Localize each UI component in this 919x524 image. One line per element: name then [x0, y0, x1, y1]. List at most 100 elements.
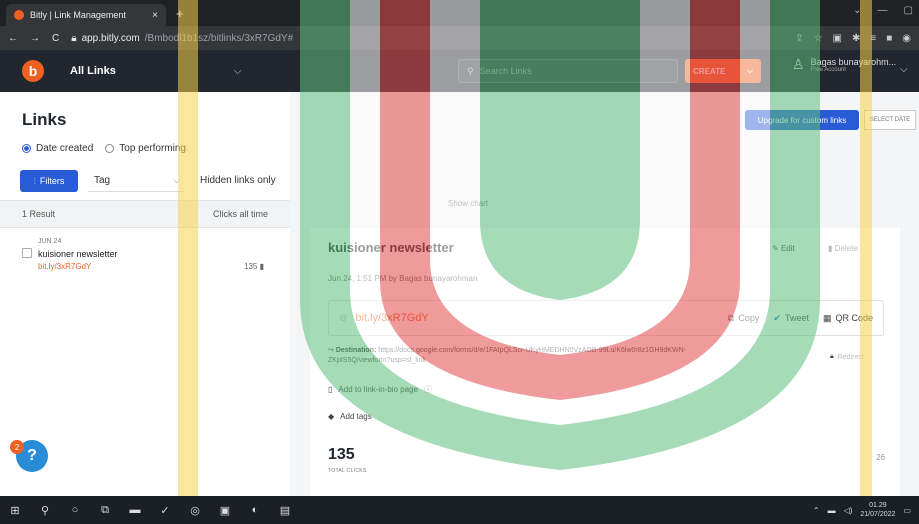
profile-icon[interactable]: ◉	[902, 33, 911, 44]
chevron-down-icon[interactable]: ⌵	[234, 66, 242, 77]
delete-button[interactable]: ▮ Delete	[828, 244, 858, 253]
sort-label: Date created	[36, 143, 94, 154]
mail-icon[interactable]: ✓	[158, 503, 172, 517]
reading-list-icon[interactable]: ≡	[870, 33, 876, 44]
task-view-icon[interactable]: ○	[68, 503, 82, 517]
copy-label: Copy	[738, 313, 760, 323]
tweet-button[interactable]: ✔ Tweet	[773, 313, 809, 324]
list-item[interactable]: JUN 24 kuisioner newsletter bit.ly/3xR7G…	[0, 230, 290, 282]
filters-button[interactable]: ⫶ Filters	[20, 170, 78, 192]
start-windows-icon[interactable]: ⊞	[8, 503, 22, 517]
tab-search-icon[interactable]: ⌄	[853, 5, 861, 16]
filters-label: Filters	[39, 176, 65, 186]
excel-icon[interactable]: ▤	[278, 503, 292, 517]
user-plan: Free Account	[810, 66, 846, 73]
tab-close-icon[interactable]: ×	[152, 10, 158, 21]
puzzle-icon[interactable]: ✱	[852, 33, 860, 44]
app-header: b All Links ⌵ ⚲ CREATE ⌵ ♙ Bagas bunayar…	[0, 50, 919, 92]
tab-title: Bitly | Link Management	[30, 10, 126, 20]
sidebar-icon[interactable]: ■	[886, 33, 892, 44]
all-links-dropdown[interactable]: All Links	[70, 65, 116, 77]
browser-tab[interactable]: Bitly | Link Management ×	[6, 4, 166, 26]
search-input[interactable]	[479, 66, 650, 76]
address-bar: ← → C 🔒︎ app.bitly.com/Bmbodl1b1sz/bitli…	[0, 26, 919, 50]
window-controls: ⌄ — ▢	[853, 5, 913, 16]
forward-icon[interactable]: →	[30, 33, 40, 44]
search-icon[interactable]: ⚲	[38, 503, 52, 517]
select-date-button[interactable]: SELECT DATE	[864, 110, 916, 130]
minimize-icon[interactable]: —	[878, 5, 888, 16]
bitly-logo[interactable]: b	[22, 60, 44, 82]
sort-date-created[interactable]: Date created	[22, 143, 93, 154]
hidden-links-toggle[interactable]: Hidden links only	[200, 175, 276, 186]
user-menu[interactable]: ♙ Bagas bunayarohm... Free Account ⌵	[792, 56, 908, 75]
link-title: kuisioner newsletter	[328, 240, 454, 255]
list-sort-label[interactable]: Clicks all time	[213, 209, 268, 219]
chrome-icon[interactable]: ◎	[188, 503, 202, 517]
result-count: 1 Result	[22, 209, 56, 219]
reload-icon[interactable]: C	[52, 33, 59, 44]
create-button[interactable]: CREATE ⌵	[685, 59, 761, 83]
network-icon[interactable]: ▬	[828, 506, 836, 515]
add-tags[interactable]: ◆ Add tags	[328, 412, 372, 421]
link-icon: ⊖	[339, 312, 348, 324]
qr-label: QR Code	[835, 313, 873, 323]
help-circle-icon[interactable]: ⓘ	[424, 384, 432, 395]
list-item-title: kuisioner newsletter	[38, 249, 118, 259]
trash-icon: ▮	[828, 244, 833, 253]
list-item-link[interactable]: bit.ly/3xR7GdY	[38, 262, 91, 271]
qr-code-button[interactable]: ▦ QR Code	[823, 313, 873, 324]
copy-button[interactable]: ⧉ Copy	[728, 313, 759, 324]
chevron-down-icon: ⌵	[900, 64, 908, 75]
maximize-icon[interactable]: ▢	[904, 5, 913, 16]
search-box[interactable]: ⚲	[458, 59, 678, 83]
url-field[interactable]: 🔒︎ app.bitly.com/Bmbodl1b1sz/bitlinks/3x…	[71, 33, 293, 44]
help-badge: 2	[10, 440, 24, 454]
store-icon[interactable]: ▣	[218, 503, 232, 517]
qr-code-icon: ▦	[822, 312, 832, 323]
file-explorer-icon[interactable]: ▬	[128, 503, 142, 517]
destination-url[interactable]: https://docs.google.com/forms/d/e/1FAIpQ…	[328, 347, 686, 364]
page-icon: ▯	[328, 385, 333, 394]
scroll-indicator: 26	[876, 453, 885, 462]
redirect-arrow-icon: ↪	[328, 347, 334, 354]
copy-icon: ⧉	[727, 312, 735, 323]
filter-icon: ⫶	[33, 175, 36, 186]
bar-chart-icon: ▮	[259, 262, 264, 271]
short-link[interactable]: bit.ly/3xR7GdY	[355, 312, 428, 324]
link-meta: Jun 24, 1:51 PM by Bagas bunayarohman	[328, 274, 478, 283]
notification-icon[interactable]: ▭	[903, 506, 911, 515]
new-tab-button[interactable]: +	[176, 6, 184, 21]
sort-top-performing[interactable]: Top performing	[105, 143, 186, 154]
list-item-checkbox[interactable]	[22, 248, 32, 258]
lock-icon: 🔒︎	[71, 32, 77, 44]
chevron-down-icon: ⌵	[173, 175, 180, 185]
widgets-icon[interactable]: ⧉	[98, 503, 112, 517]
radio-icon	[105, 144, 115, 153]
browser-tabbar: Bitly | Link Management × + ⌄ — ▢	[0, 0, 919, 26]
extension-icons: ⇪ ☆ ▣ ✱ ≡ ■ ◉	[795, 33, 911, 44]
bookmark-star-icon[interactable]: ☆	[814, 33, 823, 44]
upgrade-button[interactable]: Upgrade for custom links	[745, 110, 859, 130]
clock[interactable]: 01.29 21/07/2022	[860, 501, 895, 519]
add-tags-label: Add tags	[340, 412, 372, 421]
user-icon: ♙	[792, 56, 805, 72]
list-item-clicks: 135 ▮	[244, 262, 264, 271]
volume-icon[interactable]: ◁)	[844, 506, 853, 515]
tag-select[interactable]: Tag ⌵	[88, 170, 184, 192]
page-title: Links	[22, 110, 67, 129]
edge-icon[interactable]: ◐	[248, 503, 262, 517]
back-icon[interactable]: ←	[8, 33, 18, 44]
add-link-in-bio[interactable]: ▯ Add to link-in-bio page ⓘ	[328, 384, 432, 395]
chevron-down-icon: ⌵	[746, 66, 753, 75]
chevron-up-icon[interactable]: ⌃	[813, 506, 820, 515]
show-chart-link[interactable]: Show chart	[448, 199, 488, 208]
tweet-label: Tweet	[784, 313, 809, 323]
search-icon: ⚲	[467, 65, 474, 76]
redirect-button[interactable]: 🔒︎ Redirect	[830, 348, 884, 366]
extension-icon[interactable]: ▣	[833, 33, 842, 44]
list-header: 1 Result Clicks all time	[0, 200, 290, 228]
tag-icon: ◆	[328, 412, 335, 421]
edit-button[interactable]: ✎ Edit	[772, 244, 795, 253]
share-icon[interactable]: ⇪	[795, 33, 803, 44]
